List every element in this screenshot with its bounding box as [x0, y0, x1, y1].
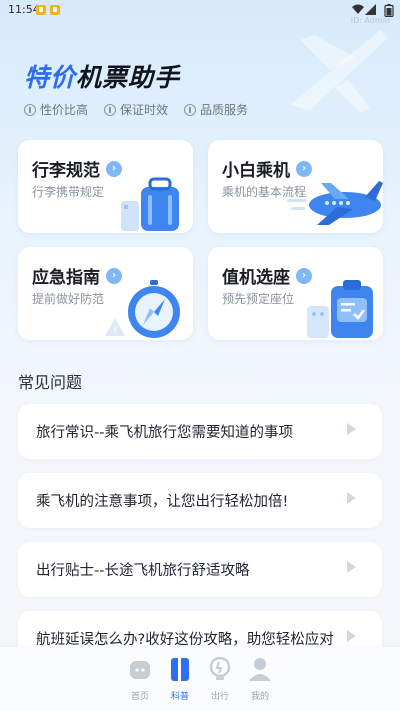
arrow-right-icon: [347, 492, 356, 504]
plane-watermark-icon: [290, 30, 388, 112]
airplane-icon: [287, 181, 383, 225]
tab-label: 出行: [210, 692, 229, 702]
tab-science[interactable]: 科普: [160, 655, 200, 702]
tab-profile[interactable]: 我的: [240, 655, 280, 702]
feature-label: 保证时效: [120, 103, 169, 117]
card-first-flight[interactable]: 小白乘机 › 乘机的基本流程: [208, 140, 383, 233]
bulb-icon: [209, 656, 231, 680]
svg-text:!: !: [113, 325, 117, 336]
arrow-right-icon: [347, 630, 356, 642]
faq-question: 旅行常识--乘飞机旅行您需要知道的事项: [36, 425, 293, 441]
card-desc: 提前做好防范: [32, 292, 105, 306]
card-checkin-seat[interactable]: 值机选座 › 预先预定座位: [208, 247, 383, 340]
arrow-right-icon: [347, 423, 356, 435]
luggage-icon: [121, 177, 179, 231]
card-title: 小白乘机: [222, 161, 290, 181]
card-title: 值机选座: [222, 268, 290, 288]
badge-icon: [24, 103, 36, 116]
faq-section-title: 常见问题: [18, 373, 83, 392]
person-icon: [249, 658, 271, 681]
home-icon: [130, 661, 150, 679]
arrow-right-icon: [347, 561, 356, 573]
feature-label: 性价比高: [40, 103, 89, 117]
feature-label: 品质服务: [200, 103, 249, 117]
badge-icon: [104, 103, 117, 116]
faq-item[interactable]: 出行贴士--长途飞机旅行舒适攻略: [18, 542, 382, 597]
tab-home[interactable]: 首页: [120, 655, 160, 702]
card-title: 行李规范: [32, 161, 100, 181]
page-title: 特价机票助手: [24, 58, 180, 94]
book-icon: [171, 658, 189, 681]
notification-app-icon: [50, 5, 60, 15]
faq-question: 航班延误怎么办?收好这份攻略，助您轻松应对: [36, 632, 334, 648]
tab-label: 首页: [130, 692, 149, 702]
card-desc: 行李携带规定: [32, 185, 105, 199]
tab-label: 我的: [250, 692, 269, 702]
feature-list: 性价比高 保证时效 品质服务: [24, 101, 248, 118]
title-rest: 机票助手: [76, 63, 181, 92]
card-desc: 预先预定座位: [222, 292, 295, 306]
feature-item: 性价比高: [24, 101, 88, 118]
tab-travel[interactable]: 出行: [200, 655, 240, 702]
card-emergency-guide[interactable]: 应急指南 › 提前做好防范 !: [18, 247, 193, 340]
title-accent: 特价: [24, 63, 77, 92]
boarding-pass-icon: [307, 280, 373, 338]
chevron-right-icon: ›: [296, 160, 312, 177]
compass-icon: !: [105, 280, 180, 338]
feature-item: 保证时效: [104, 101, 168, 118]
faq-item[interactable]: 旅行常识--乘飞机旅行您需要知道的事项: [18, 404, 382, 459]
card-luggage-rules[interactable]: 行李规范 › 行李携带规定: [18, 140, 193, 233]
notification-app-icon: [36, 5, 46, 15]
tab-label: 科普: [170, 692, 189, 702]
card-title: 应急指南: [32, 268, 100, 288]
status-time: 11:54: [8, 3, 40, 16]
badge-icon: [184, 103, 197, 116]
feature-item: 品质服务: [184, 101, 248, 118]
faq-question: 出行贴士--长途飞机旅行舒适攻略: [36, 563, 250, 579]
bottom-tab-bar: 首页 科普 出行 我的: [0, 647, 400, 711]
faq-item[interactable]: 乘飞机的注意事项，让您出行轻松加倍!: [18, 473, 382, 528]
faq-question: 乘飞机的注意事项，让您出行轻松加倍!: [36, 494, 289, 510]
